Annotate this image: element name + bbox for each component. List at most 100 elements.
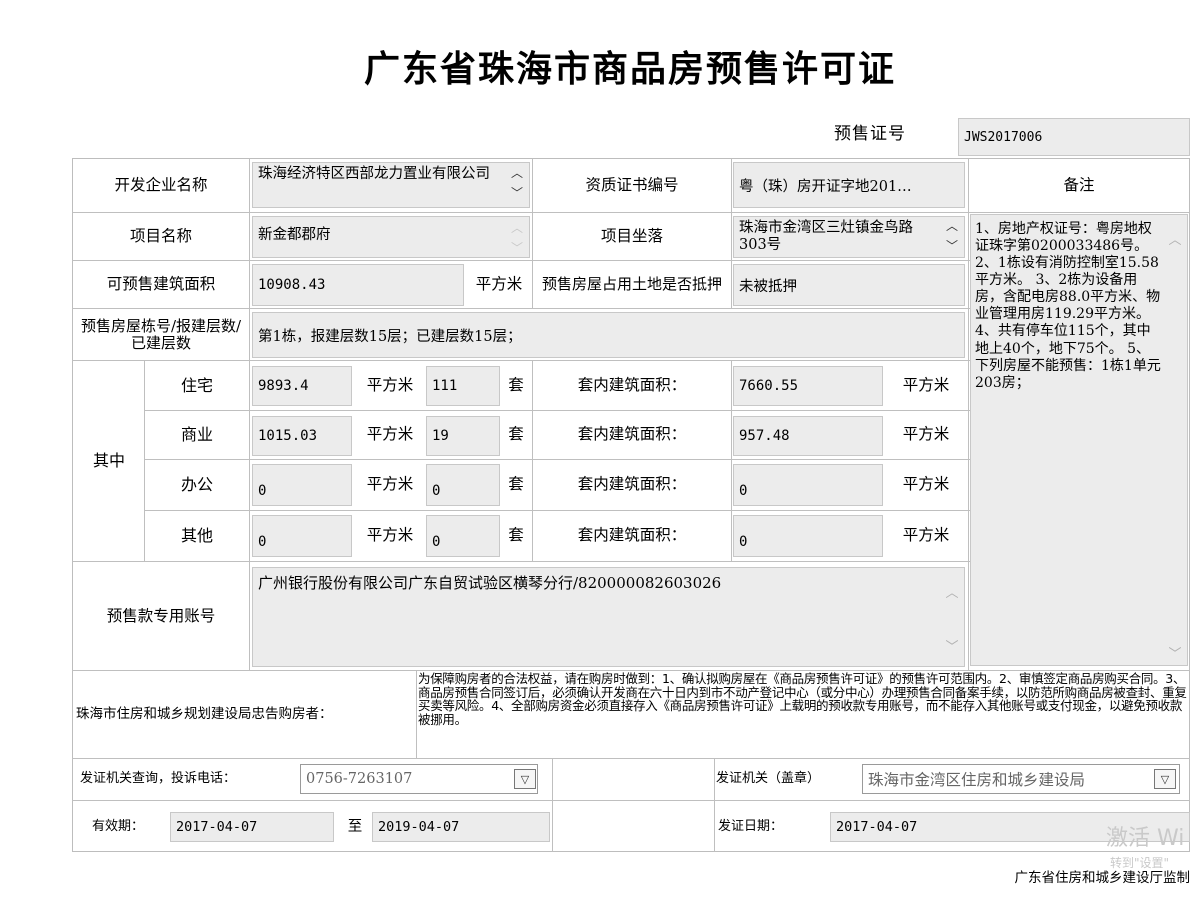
presale-area-label: 可预售建筑面积 xyxy=(106,275,216,294)
project-location-scroll-icon[interactable]: ︿ ﹀ xyxy=(944,220,960,252)
notice-label: 珠海市住房和城乡规划建设局忠告购房者： xyxy=(76,706,333,723)
inner-field-other[interactable]: 0 xyxy=(733,515,883,557)
watermark-line1: 激活 Wi xyxy=(1106,826,1185,851)
project-name-value: 新金都郡府 xyxy=(258,227,331,243)
valid-to-label: 至 xyxy=(347,818,363,835)
qualification-field[interactable]: 粤（珠）房开证字地201… xyxy=(733,162,965,208)
type-label-office: 办公 xyxy=(180,474,213,494)
permit-number-field[interactable]: JWS2017006 xyxy=(958,118,1190,156)
grid-line xyxy=(72,561,970,562)
inner-unit-other: 平方米 xyxy=(902,526,950,545)
area-field-commercial[interactable]: 1015.03 xyxy=(252,416,352,456)
account-scrollbar[interactable]: ︿ ﹀ xyxy=(944,586,960,656)
presale-area-unit: 平方米 xyxy=(475,275,523,294)
issuer-label: 发证机关（盖章） xyxy=(716,770,821,786)
area-unit-commercial: 平方米 xyxy=(366,425,414,444)
account-value: 广州银行股份有限公司广东自贸试验区横琴分行/820000082603026 xyxy=(258,574,722,592)
count-field-office[interactable]: 0 xyxy=(426,464,500,506)
grid-line xyxy=(72,308,970,309)
grid-line xyxy=(144,459,970,460)
phone-select[interactable]: 0756-7263107 xyxy=(300,764,538,794)
count-field-commercial[interactable]: 19 xyxy=(426,416,500,456)
developer-value: 珠海经济特区西部龙力置业有限公司 xyxy=(258,166,490,182)
type-label-residential: 住宅 xyxy=(180,375,213,395)
permit-number-label: 预售证号 xyxy=(834,124,906,145)
project-location-field[interactable]: 珠海市金湾区三灶镇金鸟路303号 ︿ ﹀ xyxy=(733,216,965,258)
inner-unit-office: 平方米 xyxy=(902,475,950,494)
count-unit-residential: 套 xyxy=(508,376,524,395)
valid-to-field[interactable]: 2019-04-07 xyxy=(372,812,550,842)
phone-value: 0756-7263107 xyxy=(306,771,413,787)
remarks-field[interactable]: 1、房地产权证号：粤房地权证珠字第0200033486号。 2、1栋设有消防控制… xyxy=(970,214,1188,666)
grid-line xyxy=(532,158,533,308)
inner-field-residential[interactable]: 7660.55 xyxy=(733,366,883,406)
validity-label: 有效期： xyxy=(92,818,145,834)
inner-field-office[interactable]: 0 xyxy=(733,464,883,506)
grid-line xyxy=(144,360,145,561)
building-field[interactable]: 第1栋，报建层数15层；已建层数15层； xyxy=(252,312,965,358)
grid-line xyxy=(970,212,1190,213)
contact-label: 发证机关查询，投诉电话： xyxy=(80,770,237,786)
breakdown-label: 其中 xyxy=(92,450,125,470)
issuer-select[interactable]: 珠海市金湾区住房和城乡建设局 xyxy=(862,764,1180,794)
grid-line xyxy=(532,360,533,561)
grid-line xyxy=(72,800,1190,801)
issuer-dropdown-icon[interactable]: ▽ xyxy=(1154,769,1176,789)
presale-area-field[interactable]: 10908.43 xyxy=(252,264,464,306)
grid-line xyxy=(249,158,250,670)
inner-field-commercial[interactable]: 957.48 xyxy=(733,416,883,456)
area-unit-residential: 平方米 xyxy=(366,376,414,395)
count-field-residential[interactable]: 111 xyxy=(426,366,500,406)
area-unit-office: 平方米 xyxy=(366,475,414,494)
count-unit-office: 套 xyxy=(508,475,524,494)
count-field-other[interactable]: 0 xyxy=(426,515,500,557)
grid-line xyxy=(968,158,969,670)
inner-label-other: 套内建筑面积： xyxy=(577,526,687,545)
area-unit-other: 平方米 xyxy=(366,526,414,545)
project-name-scroll-icon[interactable]: ︿ ﹀ xyxy=(509,222,525,254)
area-field-residential[interactable]: 9893.4 xyxy=(252,366,352,406)
grid-line xyxy=(72,360,970,361)
qualification-label: 资质证书编号 xyxy=(585,176,679,195)
developer-label: 开发企业名称 xyxy=(114,176,208,195)
notice-text: 为保障购房者的合法权益，请在购房时做到：1、确认拟购房屋在《商品房预售许可证》的… xyxy=(418,672,1187,727)
grid-line xyxy=(144,410,970,411)
area-field-office[interactable]: 0 xyxy=(252,464,352,506)
inner-unit-residential: 平方米 xyxy=(902,376,950,395)
type-label-other: 其他 xyxy=(180,525,213,545)
issue-date-label: 发证日期： xyxy=(718,818,784,834)
project-location-value: 珠海市金湾区三灶镇金鸟路303号 xyxy=(739,220,913,254)
mortgage-label: 预售房屋占用土地是否抵押 xyxy=(541,275,722,294)
count-unit-commercial: 套 xyxy=(508,425,524,444)
issuer-value: 珠海市金湾区住房和城乡建设局 xyxy=(868,771,1086,789)
grid-line xyxy=(552,758,553,852)
grid-line xyxy=(144,510,970,511)
mortgage-field[interactable]: 未被抵押 xyxy=(733,264,965,306)
building-label: 预售房屋栋号/报建层数/已建层数 xyxy=(80,316,242,352)
inner-label-residential: 套内建筑面积： xyxy=(577,376,687,395)
grid-line xyxy=(731,360,732,561)
grid-line xyxy=(731,158,732,308)
project-name-label: 项目名称 xyxy=(129,227,192,246)
project-name-field[interactable]: 新金都郡府 ︿ ﹀ xyxy=(252,216,530,258)
developer-field[interactable]: 珠海经济特区西部龙力置业有限公司 ︿ ﹀ xyxy=(252,162,530,208)
inner-label-commercial: 套内建筑面积： xyxy=(577,425,687,444)
remarks-text: 1、房地产权证号：粤房地权证珠字第0200033486号。 2、1栋设有消防控制… xyxy=(975,221,1161,391)
type-label-commercial: 商业 xyxy=(180,424,213,444)
count-unit-other: 套 xyxy=(508,526,524,545)
grid-line xyxy=(72,758,1190,759)
area-field-other[interactable]: 0 xyxy=(252,515,352,557)
remarks-label: 备注 xyxy=(1063,176,1095,195)
grid-line xyxy=(72,260,970,261)
valid-from-field[interactable]: 2017-04-07 xyxy=(170,812,334,842)
phone-dropdown-icon[interactable]: ▽ xyxy=(514,769,536,789)
developer-scroll-icon[interactable]: ︿ ﹀ xyxy=(509,167,525,199)
inner-label-office: 套内建筑面积： xyxy=(577,475,687,494)
account-label: 预售款专用账号 xyxy=(106,607,216,626)
document-title: 广东省珠海市商品房预售许可证 xyxy=(363,48,896,90)
remarks-scrollbar[interactable]: ︿ ﹀ xyxy=(1167,233,1183,663)
inner-unit-commercial: 平方米 xyxy=(902,425,950,444)
account-field[interactable]: 广州银行股份有限公司广东自贸试验区横琴分行/820000082603026 ︿ ﹀ xyxy=(252,567,965,667)
grid-line xyxy=(416,670,417,758)
project-location-label: 项目坐落 xyxy=(600,227,663,246)
